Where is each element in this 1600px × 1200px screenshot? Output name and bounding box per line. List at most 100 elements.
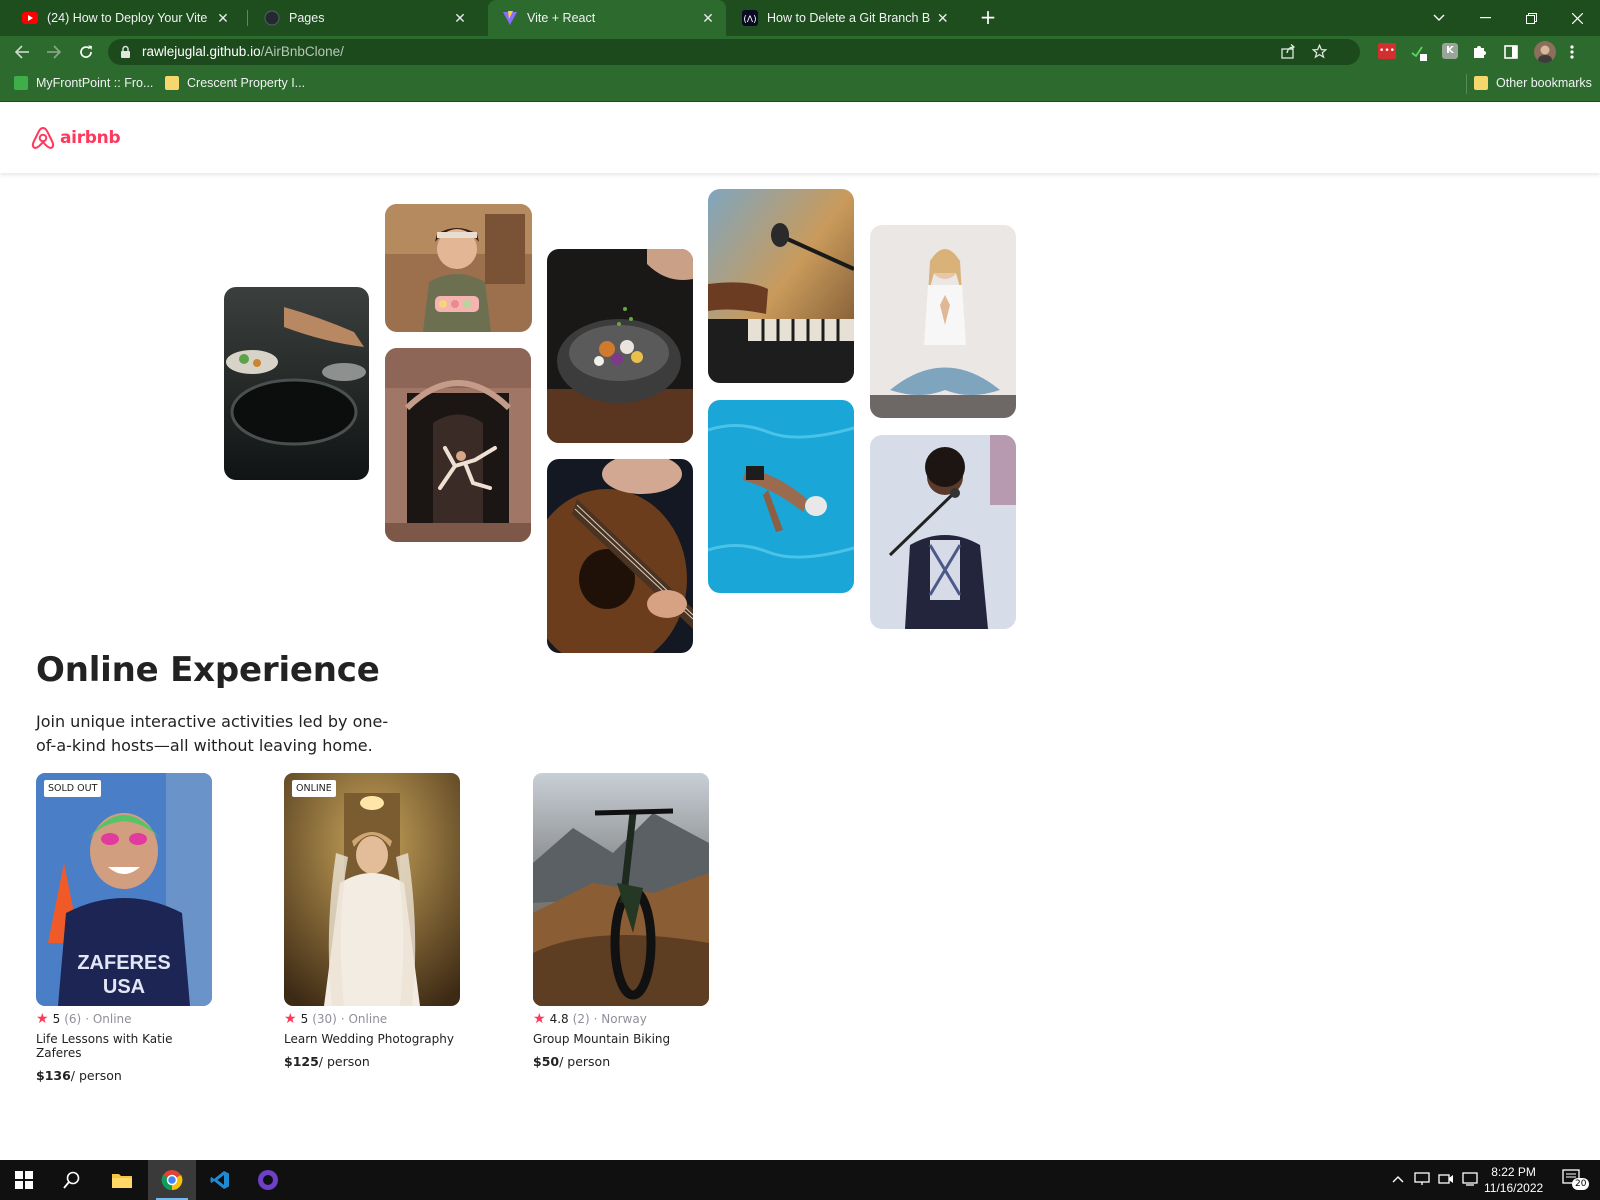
yoga-woman-photo — [870, 225, 1016, 418]
display-icon[interactable] — [1462, 1172, 1478, 1190]
tab-pages[interactable]: Pages ✕ — [250, 0, 478, 36]
other-bookmarks-label: Other bookmarks — [1496, 76, 1592, 90]
windows-taskbar: 8:22 PM 11/16/2022 20 — [0, 1160, 1600, 1200]
restore-button[interactable] — [1508, 0, 1554, 36]
bookmark-frontpoint[interactable]: MyFrontPoint :: Fro... — [14, 76, 153, 90]
card-rating: 4.8 — [549, 1012, 569, 1026]
bowl-garnish-photo — [547, 249, 693, 443]
url-text: rawlejuglal.github.io/AirBnbClone/ — [142, 44, 344, 59]
github-desktop-icon[interactable] — [244, 1160, 292, 1200]
price-unit: / person — [318, 1054, 370, 1069]
page-subtitle: Join unique interactive activities led b… — [36, 712, 389, 755]
close-tab-icon[interactable]: ✕ — [452, 10, 468, 27]
card-location: · Online — [340, 1012, 388, 1026]
status-badge: ONLINE — [292, 780, 336, 797]
card-stats: ★ 5 (6) · Online — [36, 1012, 212, 1026]
browser-menu-icon[interactable] — [1570, 44, 1578, 60]
experience-card[interactable]: ★ 4.8 (2) · Norway Group Mountain Biking… — [533, 773, 709, 1069]
piano-microphone-photo — [708, 189, 854, 383]
card-price: $50/ person — [533, 1054, 709, 1069]
svg-text:USA: USA — [103, 976, 145, 998]
bookmark-label: MyFrontPoint :: Fro... — [36, 76, 154, 90]
notifications-icon[interactable]: 20 — [1562, 1168, 1590, 1192]
new-tab-button[interactable]: + — [976, 6, 1000, 30]
extension-check-icon[interactable] — [1410, 43, 1428, 61]
card-title: Learn Wedding Photography — [284, 1032, 454, 1046]
site-navbar: airbnb — [0, 103, 1600, 173]
lastpass-icon[interactable]: ••• — [1378, 43, 1396, 59]
dancer-in-archway-photo — [385, 348, 531, 542]
close-tab-icon[interactable]: ✕ — [216, 10, 230, 27]
browser-toolbar: rawlejuglal.github.io/AirBnbClone/ ••• K — [0, 36, 1600, 68]
svg-text:(Λ): (Λ) — [743, 15, 756, 25]
bookmark-separator — [1466, 74, 1467, 94]
airbnb-logo[interactable]: airbnb — [30, 125, 121, 151]
side-panel-icon[interactable] — [1504, 44, 1520, 60]
bookmark-crescent[interactable]: Crescent Property I... — [165, 76, 305, 90]
close-tab-icon[interactable]: ✕ — [700, 10, 716, 27]
tab-title: How to Delete a Git Branch Both — [767, 11, 930, 25]
other-bookmarks[interactable]: Other bookmarks — [1474, 76, 1592, 90]
back-button[interactable] — [10, 40, 34, 64]
close-tab-icon[interactable]: ✕ — [936, 10, 950, 27]
tab-title: Pages — [289, 11, 325, 25]
start-icon[interactable] — [0, 1160, 48, 1200]
swimmer-pool-photo — [708, 400, 854, 593]
tab-freecodecamp[interactable]: (Λ) How to Delete a Git Branch Both ✕ — [728, 0, 960, 36]
bride-photo: ONLINE — [284, 773, 460, 1006]
folder-icon — [1474, 76, 1488, 90]
card-stats: ★ 5 (30) · Online — [284, 1012, 460, 1026]
tab-separator — [247, 10, 248, 26]
status-badge: SOLD OUT — [44, 780, 102, 797]
address-bar[interactable]: rawlejuglal.github.io/AirBnbClone/ — [108, 39, 1360, 65]
card-price: $125/ person — [284, 1054, 460, 1069]
notification-count: 20 — [1572, 1178, 1590, 1190]
tab-search-button[interactable] — [1416, 0, 1462, 36]
card-rating: 5 — [300, 1012, 309, 1026]
url-host: rawlejuglal.github.io — [142, 44, 261, 59]
lock-icon[interactable] — [120, 44, 131, 63]
tab-vite-react[interactable]: Vite + React ✕ — [488, 0, 726, 36]
vite-icon — [502, 10, 518, 26]
bookmark-star-icon[interactable] — [1311, 43, 1327, 60]
freecodecamp-icon: (Λ) — [742, 10, 758, 26]
file-explorer-icon[interactable] — [98, 1160, 146, 1200]
card-location: · Norway — [593, 1012, 647, 1026]
extensions-puzzle-icon[interactable] — [1472, 43, 1490, 61]
system-clock[interactable]: 8:22 PM 11/16/2022 — [1484, 1164, 1543, 1196]
bookmarks-bar: MyFrontPoint :: Fro... Crescent Property… — [0, 68, 1600, 102]
search-icon[interactable] — [48, 1160, 96, 1200]
frontpoint-icon — [14, 76, 28, 90]
price-unit: / person — [559, 1054, 611, 1069]
camera-icon[interactable] — [1438, 1172, 1454, 1190]
experience-card[interactable]: ZAFERES USA SOLD OUT ★ 5 (6) · Online Li… — [36, 773, 212, 1083]
brand-wordmark: airbnb — [60, 128, 121, 148]
price-amount: $136 — [36, 1068, 71, 1083]
airbnb-icon — [31, 126, 55, 149]
extension-k-icon[interactable]: K — [1442, 43, 1458, 59]
mountain-bike-photo — [533, 773, 709, 1006]
youtube-icon — [22, 10, 38, 26]
tray-overflow-icon[interactable] — [1392, 1172, 1404, 1187]
card-review-count: (2) — [572, 1012, 590, 1026]
chrome-icon[interactable] — [148, 1160, 196, 1200]
share-icon[interactable] — [1280, 44, 1296, 60]
profile-avatar[interactable] — [1534, 41, 1556, 63]
url-path: /AirBnbClone/ — [260, 44, 344, 59]
page-title: Online Experience — [36, 650, 380, 690]
close-window-button[interactable] — [1554, 0, 1600, 36]
reload-button[interactable] — [74, 40, 98, 64]
clock-time: 8:22 PM — [1491, 1165, 1536, 1179]
singer-microphone-photo — [870, 435, 1016, 629]
tab-title: Vite + React — [527, 11, 596, 25]
forward-button[interactable] — [42, 40, 66, 64]
network-icon[interactable] — [1414, 1172, 1430, 1190]
clock-date: 11/16/2022 — [1484, 1181, 1544, 1195]
vscode-icon[interactable] — [196, 1160, 244, 1200]
card-location: · Online — [85, 1012, 132, 1026]
folder-icon — [165, 76, 179, 90]
minimize-button[interactable] — [1462, 0, 1508, 36]
browser-tab-strip: (24) How to Deploy Your Vite App ✕ Pages… — [0, 0, 1600, 36]
experience-card[interactable]: ONLINE ★ 5 (30) · Online Learn Wedding P… — [284, 773, 460, 1069]
tab-youtube[interactable]: (24) How to Deploy Your Vite App ✕ — [8, 0, 240, 36]
